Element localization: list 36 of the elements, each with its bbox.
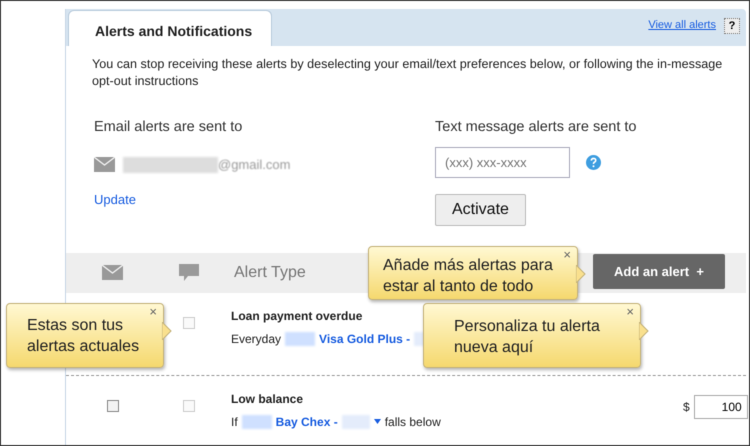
activate-button[interactable]: Activate (435, 194, 526, 226)
alert-title: Loan payment overdue (231, 308, 364, 325)
help-icon[interactable] (586, 154, 601, 170)
speech-bubble-icon (179, 264, 199, 282)
redacted-text (242, 414, 272, 429)
help-button[interactable]: ? (724, 18, 740, 34)
tab[interactable]: Alerts and Notifications (68, 10, 272, 46)
envelope-icon (102, 265, 123, 280)
alert-text: Everyday (231, 330, 282, 348)
tooltip-text: Estas son tus alertas actuales (27, 316, 140, 357)
tooltip-text: Personaliza tu alerta nueva aquí (454, 317, 601, 358)
alert-text: If (231, 414, 238, 431)
column-header: Alert Type (234, 262, 306, 283)
account-link[interactable]: Bay Chex - (276, 412, 338, 431)
add-alert-button[interactable]: Add an alert + (593, 254, 725, 289)
alert-text: falls below (384, 414, 441, 431)
amount-field[interactable]: 100 (694, 394, 748, 419)
redacted-text (342, 414, 370, 429)
caret-icon[interactable] (374, 419, 381, 424)
currency-label: $ (683, 398, 690, 416)
close-button[interactable]: × (149, 305, 157, 318)
redacted-text (285, 332, 316, 346)
account-link[interactable]: Visa Gold Plus - (319, 330, 410, 348)
close-button[interactable]: × (563, 248, 571, 261)
update-link[interactable]: Update (94, 190, 136, 210)
alert-title: Low balance (231, 390, 304, 408)
tooltip-text: Añade más alertas para estar al tanto de todo (383, 256, 554, 297)
envelope-icon (94, 157, 115, 172)
phone-field[interactable]: (xxx) xxx-xxxx (435, 146, 570, 178)
email-address: @gmail.com (218, 156, 290, 174)
text-message-label: Text message alerts are sent to (435, 118, 636, 137)
close-button[interactable]: × (626, 305, 634, 318)
email-label: Email alerts are sent to (94, 118, 244, 137)
view-all-alerts-link[interactable]: View all alerts (648, 17, 716, 34)
checkbox[interactable] (107, 400, 119, 412)
intro-text: You can stop receiving these alerts by deselecting your email/text preferences below, or following the in-message opt-out instructions (91, 56, 724, 90)
